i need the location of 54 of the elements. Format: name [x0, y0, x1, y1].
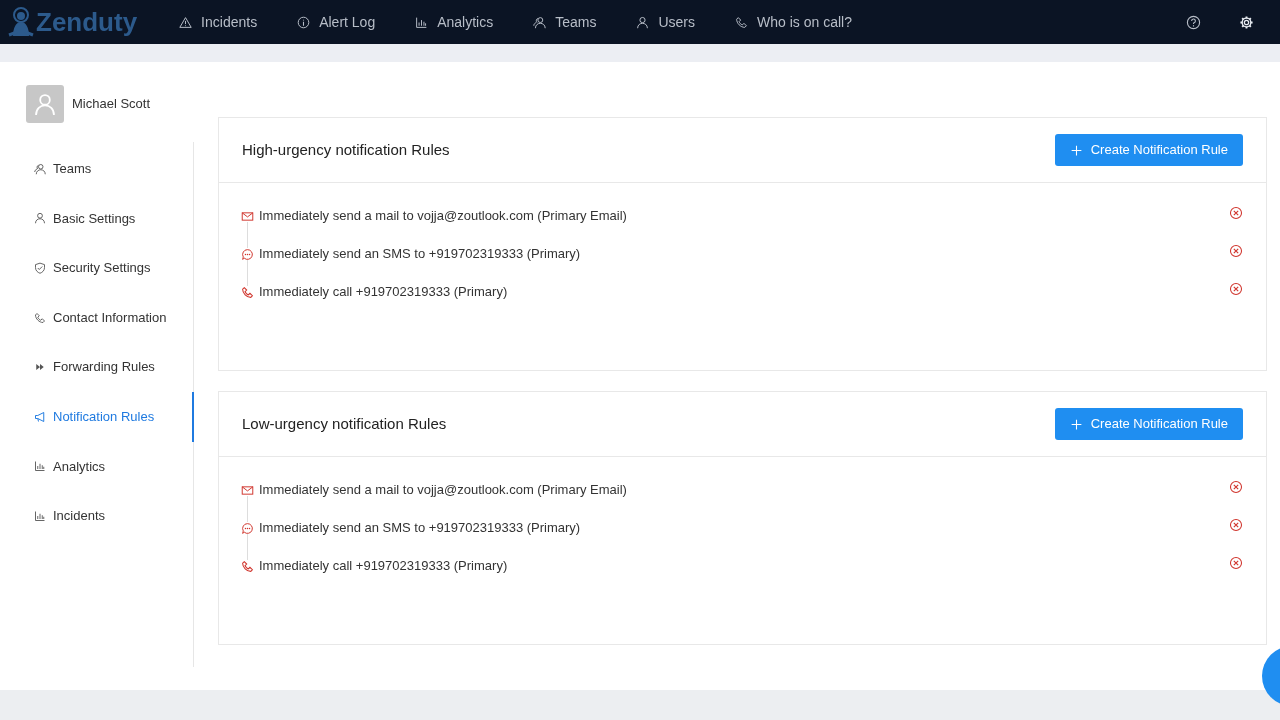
- avatar: [26, 85, 64, 123]
- shield-icon: [34, 262, 46, 274]
- people-icon: [533, 15, 547, 29]
- phone-icon: [34, 311, 46, 324]
- sidebar-item[interactable]: Security Settings: [26, 243, 193, 293]
- settings-icon[interactable]: [1239, 14, 1254, 30]
- chat-bubble-icon: [241, 521, 254, 535]
- sidebar-item[interactable]: Teams: [26, 144, 193, 194]
- nav-link[interactable]: Who is on call?: [735, 11, 852, 33]
- rule-text: Immediately send a mail to vojja@zoutlook.com (Primary Email): [259, 481, 628, 500]
- section-title: Low-urgency notification Rules: [242, 413, 447, 434]
- nav-link[interactable]: Incidents: [179, 11, 258, 33]
- rule-text: Immediately call +919702319333 (Primary): [259, 557, 509, 576]
- sidebar-item[interactable]: Incidents: [26, 491, 193, 541]
- sidebar-item[interactable]: Analytics: [26, 441, 193, 492]
- help-icon[interactable]: [1186, 14, 1201, 30]
- chat-bubble-icon: [241, 247, 254, 261]
- remove-icon[interactable]: [1229, 518, 1243, 532]
- sidebar-item[interactable]: Basic Settings: [26, 193, 193, 244]
- envelope-icon: [241, 483, 254, 497]
- bar-chart-icon: [34, 509, 46, 522]
- bar-chart-icon: [34, 460, 46, 473]
- nav-link[interactable]: Alert Log: [297, 11, 376, 33]
- user-name: Michael Scott: [72, 95, 151, 114]
- person-icon: [34, 212, 46, 225]
- warning-icon: [179, 15, 193, 29]
- people-icon: [34, 162, 46, 175]
- remove-icon[interactable]: [1229, 556, 1243, 570]
- phone-icon: [241, 559, 254, 573]
- person-icon: [636, 15, 650, 29]
- bar-chart-icon: [415, 15, 429, 29]
- section-title: High-urgency notification Rules: [242, 139, 450, 160]
- remove-icon[interactable]: [1229, 480, 1243, 494]
- envelope-icon: [241, 209, 254, 223]
- rule-text: Immediately send an SMS to +919702319333 (Primary): [259, 519, 582, 538]
- info-icon: [297, 15, 311, 29]
- nav-link[interactable]: Users: [636, 11, 696, 33]
- sidebar-item[interactable]: Contact Information: [26, 292, 193, 343]
- sidebar-item[interactable]: Notification Rules: [26, 391, 194, 442]
- nav-link[interactable]: Analytics: [415, 11, 494, 33]
- rule-text: Immediately send an SMS to +919702319333 (Primary): [259, 245, 582, 264]
- rule-text: Immediately send a mail to vojja@zoutlook.com (Primary Email): [259, 207, 628, 226]
- remove-icon[interactable]: [1229, 206, 1243, 220]
- nav-link[interactable]: Teams: [533, 11, 597, 33]
- phone-icon: [735, 15, 749, 29]
- phone-icon: [241, 285, 254, 299]
- remove-icon[interactable]: [1229, 244, 1243, 258]
- plus-icon: [1069, 417, 1083, 431]
- rule-text: Immediately call +919702319333 (Primary): [259, 283, 509, 302]
- remove-icon[interactable]: [1229, 282, 1243, 296]
- megaphone-icon: [34, 410, 46, 423]
- sidebar-item[interactable]: Forwarding Rules: [26, 342, 193, 392]
- logo-icon: [8, 6, 34, 38]
- plus-icon: [1069, 143, 1083, 157]
